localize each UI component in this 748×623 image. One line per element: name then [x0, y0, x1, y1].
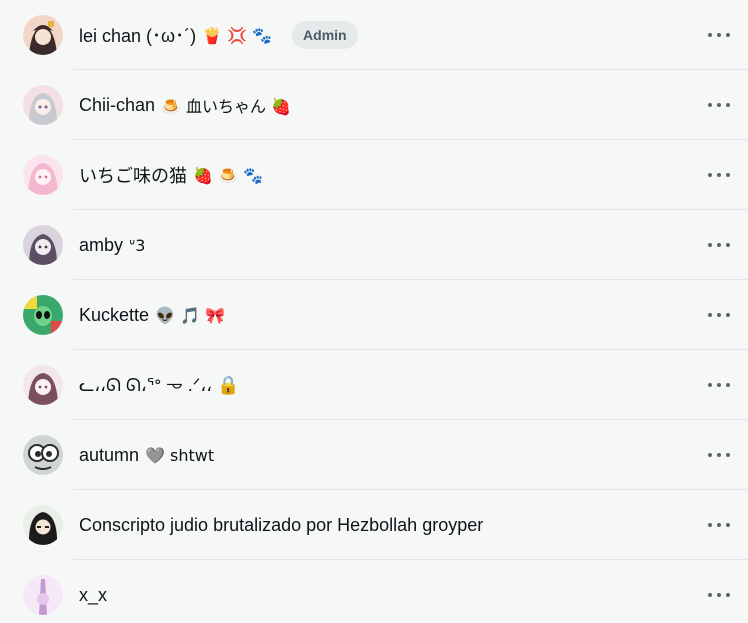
dot-icon: [708, 33, 712, 37]
dot-icon: [708, 523, 712, 527]
more-options-button[interactable]: [708, 445, 730, 465]
more-options-button[interactable]: [708, 25, 730, 45]
member-name: Kuckette: [79, 304, 150, 325]
avatar-cartoon-icon[interactable]: [23, 435, 63, 475]
name-decoration: 🍟 💢 🐾: [202, 25, 273, 45]
name-decoration: 🍮 血いちゃん 🍓: [161, 97, 292, 116]
dot-icon: [717, 103, 721, 107]
member-name: x_x: [79, 584, 108, 605]
member-row[interactable]: Chii-chan 🍮 血いちゃん 🍓: [0, 70, 748, 140]
admin-badge: Admin: [292, 21, 358, 49]
dot-icon: [717, 173, 721, 177]
dot-icon: [708, 243, 712, 247]
dot-icon: [717, 243, 721, 247]
dot-icon: [717, 453, 721, 457]
more-options-button[interactable]: [708, 165, 730, 185]
member-name: lei chan (･ω･´): [79, 26, 197, 46]
avatar-anime-girl-icon[interactable]: [23, 365, 63, 405]
dot-icon: [717, 593, 721, 597]
dot-icon: [708, 103, 712, 107]
avatar-anime-girl-icon[interactable]: [23, 85, 63, 125]
member-row[interactable]: x_x: [0, 560, 748, 623]
member-row[interactable]: lei chan (･ω･´) 🍟 💢 🐾 Admin: [0, 0, 748, 70]
dot-icon: [726, 173, 730, 177]
dot-icon: [726, 453, 730, 457]
dot-icon: [708, 453, 712, 457]
member-name: ᓚ،،ᘏ ᘏ،ᕐᐤ 𐃷 .ᐟ،، 🔒: [79, 375, 240, 395]
dot-icon: [726, 313, 730, 317]
avatar-anime-girl-icon[interactable]: [23, 505, 63, 545]
dot-icon: [726, 103, 730, 107]
dot-icon: [708, 313, 712, 317]
dot-icon: [717, 313, 721, 317]
more-options-button[interactable]: [708, 235, 730, 255]
more-options-button[interactable]: [708, 515, 730, 535]
dot-icon: [726, 243, 730, 247]
more-options-button[interactable]: [708, 305, 730, 325]
member-row[interactable]: Kuckette 👽 🎵 🎀: [0, 280, 748, 350]
member-row[interactable]: ᓚ،،ᘏ ᘏ،ᕐᐤ 𐃷 .ᐟ،، 🔒: [0, 350, 748, 420]
member-list: lei chan (･ω･´) 🍟 💢 🐾 Admin Chii-chan 🍮 …: [0, 0, 748, 623]
dot-icon: [717, 523, 721, 527]
dot-icon: [717, 383, 721, 387]
dot-icon: [708, 383, 712, 387]
dot-icon: [726, 383, 730, 387]
member-name: いちご味の猫: [79, 166, 187, 186]
name-decoration: ᐡ3: [129, 235, 146, 255]
member-row[interactable]: amby ᐡ3: [0, 210, 748, 280]
more-options-button[interactable]: [708, 95, 730, 115]
dot-icon: [726, 523, 730, 527]
name-decoration: 👽 🎵 🎀: [155, 305, 225, 325]
avatar-anime-girl-icon[interactable]: [23, 225, 63, 265]
name-decoration: 🩶 shtwt: [145, 445, 215, 465]
dot-icon: [717, 33, 721, 37]
member-name: Conscripto judio brutalizado por Hezboll…: [79, 514, 484, 535]
dot-icon: [726, 33, 730, 37]
more-options-button[interactable]: [708, 375, 730, 395]
member-row[interactable]: autumn 🩶 shtwt: [0, 420, 748, 490]
avatar-anime-girl-icon[interactable]: [23, 575, 63, 615]
avatar-anime-girl-icon[interactable]: [23, 15, 63, 55]
name-decoration: 🍓 🍮 🐾: [193, 165, 263, 185]
avatar-anime-girl-icon[interactable]: [23, 155, 63, 195]
more-options-button[interactable]: [708, 585, 730, 605]
dot-icon: [708, 173, 712, 177]
avatar-alien-icon[interactable]: [23, 295, 63, 335]
dot-icon: [726, 593, 730, 597]
member-row[interactable]: いちご味の猫 🍓 🍮 🐾: [0, 140, 748, 210]
member-name: Chii-chan: [79, 94, 156, 115]
member-name: amby: [79, 234, 124, 255]
member-name: autumn: [79, 444, 140, 465]
member-row[interactable]: Conscripto judio brutalizado por Hezboll…: [0, 490, 748, 560]
dot-icon: [708, 593, 712, 597]
